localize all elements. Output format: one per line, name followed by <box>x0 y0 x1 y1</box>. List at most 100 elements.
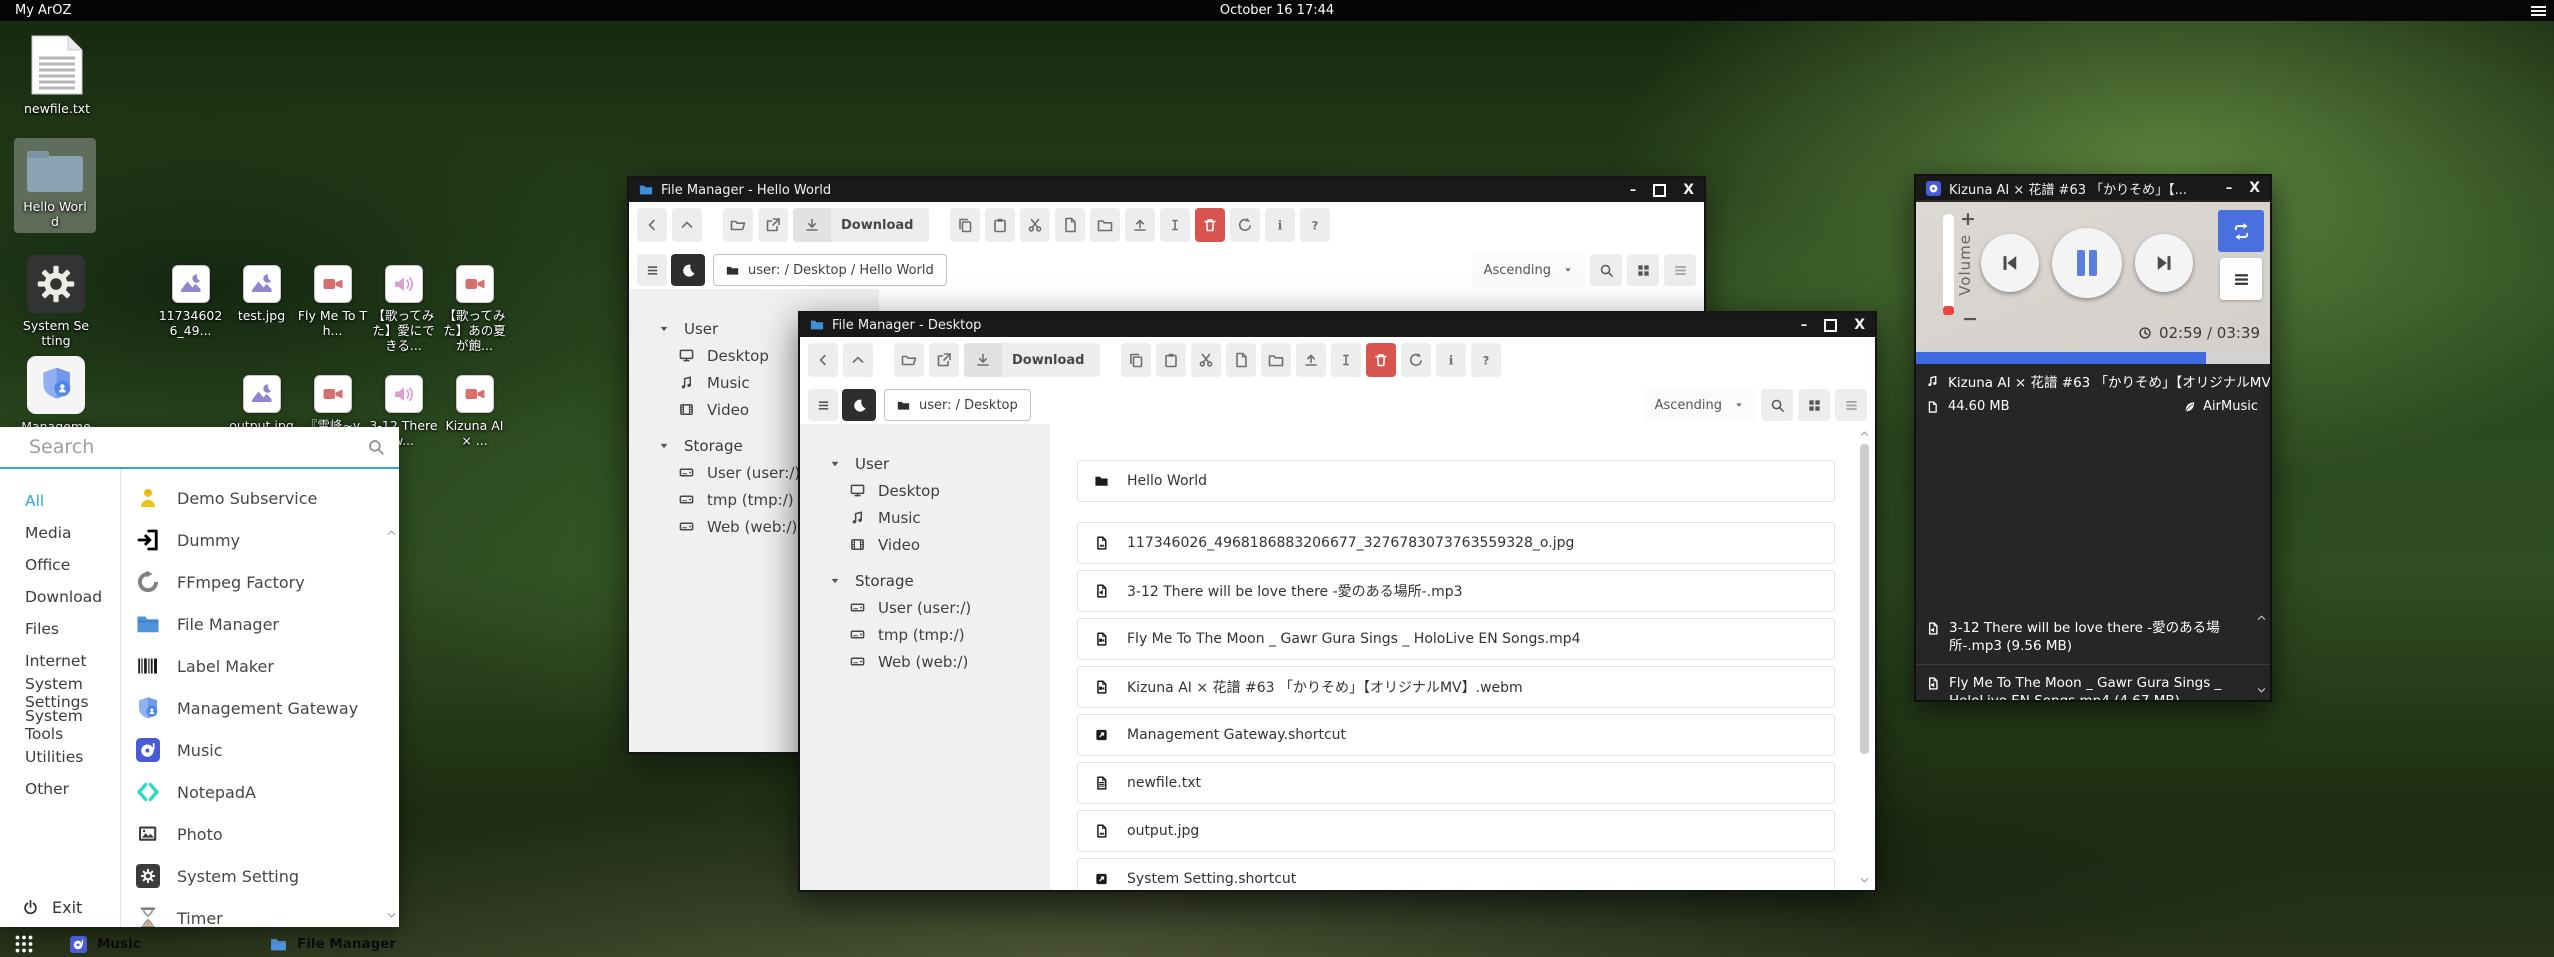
side-menu-button[interactable] <box>637 254 667 286</box>
file-row[interactable]: Kizuna AI × 花譜 #63 「かりそめ」【オリジナルMV】.webm <box>1077 666 1835 708</box>
search-button[interactable] <box>1590 254 1622 286</box>
close-button[interactable]: X <box>2249 180 2260 196</box>
toolbar-back-button[interactable] <box>637 208 667 242</box>
toolbar-upload-button[interactable] <box>1125 208 1155 242</box>
app-item-notepada[interactable]: NotepadA <box>121 771 399 813</box>
playlist-scrollbar[interactable] <box>2256 612 2268 696</box>
volume-slider[interactable] <box>1943 214 1954 315</box>
dark-mode-button[interactable] <box>842 389 876 421</box>
taskbar-item-file-manager[interactable]: File Manager <box>270 933 396 955</box>
toolbar-properties-button[interactable]: i <box>1265 208 1295 242</box>
path-breadcrumb[interactable]: user: / Desktop <box>884 389 1031 421</box>
sidebar-item-video[interactable]: Video <box>800 531 1050 558</box>
category-download[interactable]: Download <box>0 581 120 613</box>
app-item-label-maker[interactable]: Label Maker <box>121 645 399 687</box>
playlist-item[interactable]: 3-12 There will be love there -愛のある場所-.m… <box>1916 610 2270 665</box>
scrollbar[interactable] <box>1857 426 1872 888</box>
next-button[interactable] <box>2135 234 2193 292</box>
toolbar-rename-button[interactable] <box>1331 343 1361 377</box>
sort-order-select[interactable]: Ascending <box>1643 389 1756 421</box>
titlebar[interactable]: File Manager - Desktop – X <box>800 313 1875 337</box>
toolbar-open-button[interactable] <box>894 343 924 377</box>
list-view-button[interactable] <box>1664 254 1696 286</box>
pause-button[interactable] <box>2052 228 2122 298</box>
app-item-system-setting[interactable]: System Setting <box>121 855 399 897</box>
toolbar-help-button[interactable]: ? <box>1300 208 1330 242</box>
minimize-button[interactable]: – <box>1801 318 1808 333</box>
toolbar-refresh-button[interactable] <box>1230 208 1260 242</box>
toolbar-paste-button[interactable] <box>1156 343 1186 377</box>
toolbar-properties-button[interactable]: i <box>1436 343 1466 377</box>
file-row[interactable]: newfile.txt <box>1077 762 1835 804</box>
playlist-item[interactable]: Fly Me To The Moon _ Gawr Gura Sings _ H… <box>1916 665 2270 700</box>
desktop-icon-video[interactable]: Kizuna AI × ... <box>439 375 510 448</box>
sidebar-group-storage[interactable]: Storage <box>800 567 1050 594</box>
toolbar-paste-button[interactable] <box>985 208 1015 242</box>
file-row[interactable]: Management Gateway.shortcut <box>1077 714 1835 756</box>
toolbar-copy-button[interactable] <box>1121 343 1151 377</box>
toolbar-open-in-new-button[interactable] <box>758 208 788 242</box>
search-input[interactable] <box>27 435 367 459</box>
desktop-icon-video[interactable]: 【歌ってみた】あの夏が飽... <box>439 265 510 353</box>
toolbar-upload-button[interactable] <box>1296 343 1326 377</box>
previous-button[interactable] <box>1981 234 2039 292</box>
toolbar-new-folder-button[interactable] <box>1090 208 1120 242</box>
sidebar-item-tmp[interactable]: tmp (tmp:/) <box>800 621 1050 648</box>
category-utilities[interactable]: Utilities <box>0 741 120 773</box>
category-system-tools[interactable]: System Tools <box>0 709 120 741</box>
toolbar-download-button[interactable]: Download <box>793 208 929 242</box>
app-item-ffmpeg-factory[interactable]: FFmpeg Factory <box>121 561 399 603</box>
app-list-scrollbar[interactable] <box>385 469 398 927</box>
desktop-icon-newfile-txt[interactable]: newfile.txt <box>22 34 92 116</box>
category-all[interactable]: All <box>0 485 120 517</box>
file-row[interactable]: 3-12 There will be love there -愛のある場所-.m… <box>1077 570 1835 612</box>
sort-order-select[interactable]: Ascending <box>1472 254 1585 286</box>
app-item-dummy[interactable]: Dummy <box>121 519 399 561</box>
toolbar-delete-button[interactable] <box>1195 208 1225 242</box>
titlebar[interactable]: Kizuna AI × 花譜 #63 「かりそめ」【... – X <box>1916 176 2270 200</box>
app-item-timer[interactable]: Timer <box>121 897 399 927</box>
category-other[interactable]: Other <box>0 773 120 805</box>
app-item-management-gateway[interactable]: Management Gateway <box>121 687 399 729</box>
toolbar-up-button[interactable] <box>843 343 873 377</box>
dark-mode-button[interactable] <box>671 254 705 286</box>
sidebar-item-desktop[interactable]: Desktop <box>800 477 1050 504</box>
close-button[interactable]: X <box>1683 182 1694 198</box>
toolbar-new-file-button[interactable] <box>1226 343 1256 377</box>
toolbar-open-in-new-button[interactable] <box>929 343 959 377</box>
app-launcher-button[interactable] <box>14 934 34 954</box>
toolbar-cut-button[interactable] <box>1020 208 1050 242</box>
desktop-icon-image[interactable]: test.jpg <box>226 265 297 353</box>
toolbar-help-button[interactable]: ? <box>1471 343 1501 377</box>
category-files[interactable]: Files <box>0 613 120 645</box>
sidebar-item-web[interactable]: Web (web:/) <box>800 648 1050 675</box>
app-item-demo-subservice[interactable]: Demo Subservice <box>121 477 399 519</box>
category-internet[interactable]: Internet <box>0 645 120 677</box>
titlebar[interactable]: File Manager - Hello World – X <box>629 178 1704 202</box>
toolbar-open-button[interactable] <box>723 208 753 242</box>
topbar-menu-icon[interactable] <box>2531 6 2546 16</box>
progress-bar[interactable] <box>1916 352 2270 364</box>
maximize-button[interactable] <box>1653 184 1666 197</box>
toolbar-refresh-button[interactable] <box>1401 343 1431 377</box>
repeat-button[interactable] <box>2218 210 2264 252</box>
file-row[interactable]: System Setting.shortcut <box>1077 858 1835 890</box>
category-media[interactable]: Media <box>0 517 120 549</box>
toolbar-copy-button[interactable] <box>950 208 980 242</box>
side-menu-button[interactable] <box>808 389 838 421</box>
grid-view-button[interactable] <box>1627 254 1659 286</box>
file-row[interactable]: Fly Me To The Moon _ Gawr Gura Sings _ H… <box>1077 618 1835 660</box>
desktop-icon-audio[interactable]: 【歌ってみた】愛にできる... <box>368 265 439 353</box>
toolbar-new-folder-button[interactable] <box>1261 343 1291 377</box>
toolbar-up-button[interactable] <box>672 208 702 242</box>
playlist-button[interactable] <box>2220 258 2262 300</box>
toolbar-new-file-button[interactable] <box>1055 208 1085 242</box>
search-button[interactable] <box>1761 389 1793 421</box>
file-row[interactable]: Hello World <box>1077 460 1835 502</box>
desktop-icon-hello-world[interactable]: Hello World <box>14 138 96 233</box>
exit-button[interactable]: Exit <box>22 898 82 917</box>
file-row[interactable]: output.jpg <box>1077 810 1835 852</box>
desktop-icon-management-gateway[interactable]: Manageme <box>21 356 91 434</box>
category-office[interactable]: Office <box>0 549 120 581</box>
sidebar-group-user[interactable]: User <box>800 450 1050 477</box>
